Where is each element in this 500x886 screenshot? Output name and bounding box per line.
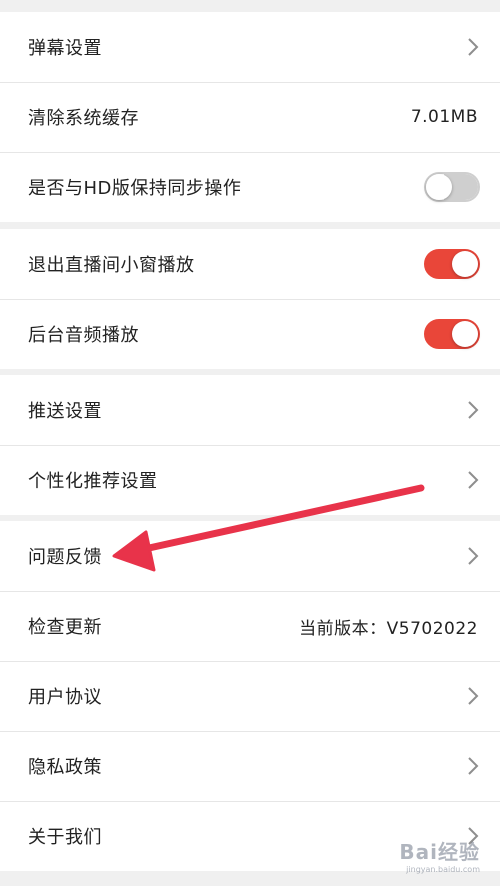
row-label: 推送设置: [28, 401, 102, 422]
row-label: 隐私政策: [28, 757, 102, 778]
row-label: 弹幕设置: [28, 38, 102, 59]
exit-live-pip-toggle[interactable]: [424, 249, 480, 279]
check-update-row[interactable]: 检查更新 当前版本：V5702022: [0, 591, 500, 661]
row-label: 检查更新: [28, 617, 102, 638]
settings-group-about: 问题反馈 检查更新 当前版本：V5702022 用户协议 隐私政策 关于我们: [0, 521, 500, 871]
toggle-knob: [426, 174, 452, 200]
row-label: 退出直播间小窗播放: [28, 255, 195, 276]
chevron-right-icon: [468, 471, 479, 489]
row-label: 是否与HD版保持同步操作: [28, 178, 242, 199]
hd-sync-row: 是否与HD版保持同步操作: [0, 152, 500, 222]
current-version-value: 当前版本：V5702022: [299, 618, 478, 639]
settings-group-push: 推送设置 个性化推荐设置: [0, 375, 500, 515]
cache-size-value: 7.01MB: [410, 107, 478, 127]
push-settings-row[interactable]: 推送设置: [0, 375, 500, 445]
settings-group-playback: 退出直播间小窗播放 后台音频播放: [0, 229, 500, 369]
row-label: 后台音频播放: [28, 325, 139, 346]
chevron-right-icon: [468, 757, 479, 775]
row-label: 问题反馈: [28, 547, 102, 568]
toggle-knob: [452, 321, 478, 347]
background-audio-toggle[interactable]: [424, 319, 480, 349]
privacy-policy-row[interactable]: 隐私政策: [0, 731, 500, 801]
background-audio-row: 后台音频播放: [0, 299, 500, 369]
row-label: 个性化推荐设置: [28, 471, 158, 492]
hd-sync-toggle[interactable]: [424, 172, 480, 202]
feedback-row[interactable]: 问题反馈: [0, 521, 500, 591]
exit-live-pip-row: 退出直播间小窗播放: [0, 229, 500, 299]
chevron-right-icon: [468, 38, 479, 56]
watermark-logo: Bai经验 jingyan.baidu.com: [399, 836, 480, 874]
chevron-right-icon: [468, 687, 479, 705]
personalized-recommend-row[interactable]: 个性化推荐设置: [0, 445, 500, 515]
chevron-right-icon: [468, 547, 479, 565]
row-label: 清除系统缓存: [28, 108, 139, 129]
clear-cache-row[interactable]: 清除系统缓存 7.01MB: [0, 82, 500, 152]
row-label: 用户协议: [28, 687, 102, 708]
danmaku-settings-row[interactable]: 弹幕设置: [0, 12, 500, 82]
toggle-knob: [452, 251, 478, 277]
watermark-text: Bai经验: [399, 840, 480, 864]
settings-group-general: 弹幕设置 清除系统缓存 7.01MB 是否与HD版保持同步操作: [0, 12, 500, 222]
watermark-url: jingyan.baidu.com: [406, 865, 480, 874]
chevron-right-icon: [468, 401, 479, 419]
user-agreement-row[interactable]: 用户协议: [0, 661, 500, 731]
